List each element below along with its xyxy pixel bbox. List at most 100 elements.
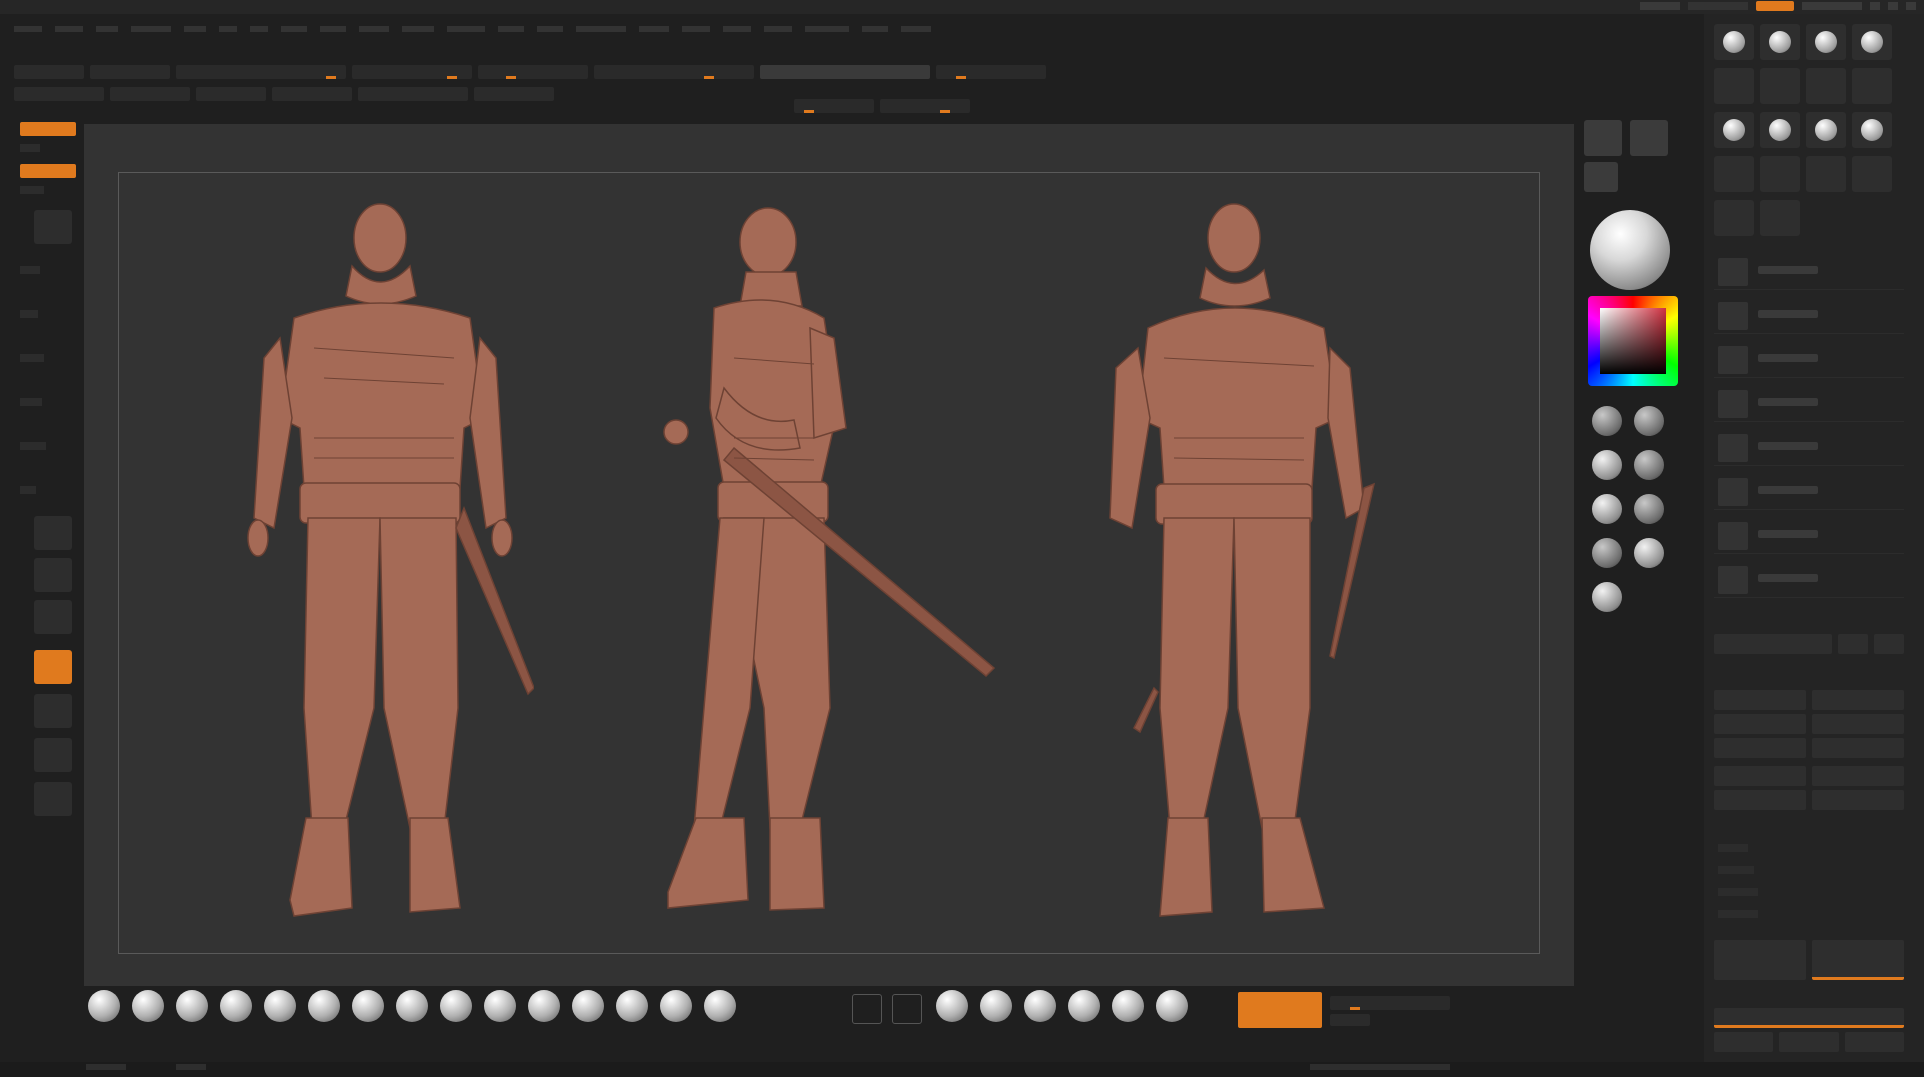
project-section-label[interactable] bbox=[1718, 910, 1758, 918]
material-swatch[interactable] bbox=[1634, 406, 1664, 436]
angle-slider-2[interactable] bbox=[880, 99, 970, 113]
edit-mode-button[interactable] bbox=[20, 122, 76, 136]
subtool-row[interactable] bbox=[1714, 562, 1904, 598]
menu-item[interactable] bbox=[96, 26, 118, 32]
status-item[interactable] bbox=[176, 1064, 206, 1070]
subtool-row[interactable] bbox=[1714, 342, 1904, 378]
inner-button[interactable] bbox=[1844, 1032, 1904, 1052]
project-all-button[interactable] bbox=[1714, 940, 1806, 980]
window-minimize-icon[interactable] bbox=[1870, 2, 1880, 10]
tool-thumbnail[interactable] bbox=[1760, 112, 1800, 148]
all-high-button[interactable] bbox=[1812, 714, 1904, 734]
brush-slot[interactable] bbox=[392, 990, 432, 1036]
resolution-slider[interactable] bbox=[1330, 996, 1450, 1010]
z-intensity-slider[interactable] bbox=[352, 65, 472, 79]
angle-slider[interactable] bbox=[936, 65, 1046, 79]
menu-item[interactable] bbox=[764, 26, 792, 32]
default-script-button[interactable] bbox=[1802, 2, 1862, 10]
tool-thumbnail[interactable] bbox=[1852, 24, 1892, 60]
groups-toggle[interactable] bbox=[1330, 1014, 1370, 1026]
material-swatch[interactable] bbox=[1634, 494, 1664, 524]
transp-icon[interactable] bbox=[34, 738, 72, 772]
split-section-label[interactable] bbox=[1718, 844, 1748, 852]
tool-thumbnail[interactable] bbox=[1806, 112, 1846, 148]
tool-thumbnail[interactable] bbox=[1760, 24, 1800, 60]
xpose-icon[interactable] bbox=[34, 782, 72, 816]
status-item[interactable] bbox=[1310, 1064, 1450, 1070]
subtool-row[interactable] bbox=[1714, 298, 1904, 334]
menu-item[interactable] bbox=[537, 26, 563, 32]
group-visible-button[interactable] bbox=[14, 87, 104, 101]
tool-thumbnail[interactable] bbox=[1714, 68, 1754, 104]
tool-thumbnail[interactable] bbox=[1806, 68, 1846, 104]
select-lasso-icon[interactable] bbox=[892, 994, 922, 1024]
material-swatch[interactable] bbox=[1592, 582, 1622, 612]
duplicate-button[interactable] bbox=[1714, 766, 1806, 786]
rename-button[interactable] bbox=[1714, 690, 1806, 710]
menu-item[interactable] bbox=[901, 26, 931, 32]
brush-slot[interactable] bbox=[976, 990, 1016, 1036]
rotate-icon[interactable] bbox=[34, 600, 72, 634]
outer-button[interactable] bbox=[1779, 1032, 1839, 1052]
menu-item[interactable] bbox=[862, 26, 888, 32]
mask-lasso-icon[interactable] bbox=[852, 994, 882, 1024]
farthest-button[interactable] bbox=[1714, 1032, 1774, 1052]
menu-item[interactable] bbox=[320, 26, 346, 32]
menu-item[interactable] bbox=[219, 26, 237, 32]
draw-size-slider[interactable] bbox=[478, 65, 588, 79]
scale-icon[interactable] bbox=[34, 558, 72, 592]
auto-reorder-button[interactable] bbox=[1812, 690, 1904, 710]
material-swatch[interactable] bbox=[1592, 450, 1622, 480]
window-maximize-icon[interactable] bbox=[1888, 2, 1898, 10]
menu-item[interactable] bbox=[250, 26, 268, 32]
split-hidden-button[interactable] bbox=[196, 87, 266, 101]
tool-thumbnail[interactable] bbox=[1760, 156, 1800, 192]
draw-size-slider-2[interactable] bbox=[794, 99, 874, 113]
tool-thumbnail[interactable] bbox=[1714, 112, 1754, 148]
transform-icon[interactable] bbox=[34, 516, 72, 550]
brush-slot[interactable] bbox=[84, 990, 124, 1036]
viewport-canvas[interactable] bbox=[84, 124, 1574, 986]
brush-slot[interactable] bbox=[1108, 990, 1148, 1036]
tool-thumbnail[interactable] bbox=[1760, 68, 1800, 104]
alpha-thumbnail[interactable] bbox=[1584, 162, 1618, 192]
subtool-row[interactable] bbox=[1714, 254, 1904, 290]
auto-groups-button[interactable] bbox=[90, 65, 170, 79]
solo-icon[interactable] bbox=[34, 694, 72, 728]
tool-thumbnail[interactable] bbox=[1714, 24, 1754, 60]
subtool-row[interactable] bbox=[1714, 386, 1904, 422]
tool-thumbnail[interactable] bbox=[1806, 24, 1846, 60]
brush-slot[interactable] bbox=[348, 990, 388, 1036]
menu-item[interactable] bbox=[498, 26, 524, 32]
tool-thumbnail[interactable] bbox=[1714, 156, 1754, 192]
mrgb-button[interactable] bbox=[14, 65, 84, 79]
menu-item[interactable] bbox=[55, 26, 83, 32]
focal-shift-slider[interactable] bbox=[594, 65, 754, 79]
brush-slot[interactable] bbox=[612, 990, 652, 1036]
material-swatch-icon[interactable] bbox=[34, 210, 72, 244]
brush-slot[interactable] bbox=[568, 990, 608, 1036]
del-hidden-button[interactable] bbox=[272, 87, 352, 101]
copy-button[interactable] bbox=[1714, 738, 1806, 758]
subtool-row[interactable] bbox=[1714, 430, 1904, 466]
material-swatch[interactable] bbox=[1592, 538, 1622, 568]
color-picker-shade-square[interactable] bbox=[1600, 308, 1666, 374]
brush-slot[interactable] bbox=[260, 990, 300, 1036]
brush-slot[interactable] bbox=[524, 990, 564, 1036]
brush-slot[interactable] bbox=[700, 990, 740, 1036]
menu-item[interactable] bbox=[723, 26, 751, 32]
menus-toggle-button[interactable] bbox=[1756, 1, 1794, 11]
brush-slot[interactable] bbox=[304, 990, 344, 1036]
stroke-thumbnail[interactable] bbox=[1630, 120, 1668, 156]
menu-item[interactable] bbox=[14, 26, 42, 32]
quicksave-button[interactable] bbox=[1640, 2, 1680, 10]
polyframe-icon[interactable] bbox=[34, 650, 72, 684]
menu-item[interactable] bbox=[447, 26, 485, 32]
material-swatch[interactable] bbox=[1592, 406, 1622, 436]
color-picker[interactable] bbox=[1588, 296, 1678, 386]
brush-slot[interactable] bbox=[656, 990, 696, 1036]
rgb-intensity-slider[interactable] bbox=[176, 65, 346, 79]
brush-slot[interactable] bbox=[1020, 990, 1060, 1036]
menu-item[interactable] bbox=[682, 26, 710, 32]
menu-item[interactable] bbox=[359, 26, 389, 32]
